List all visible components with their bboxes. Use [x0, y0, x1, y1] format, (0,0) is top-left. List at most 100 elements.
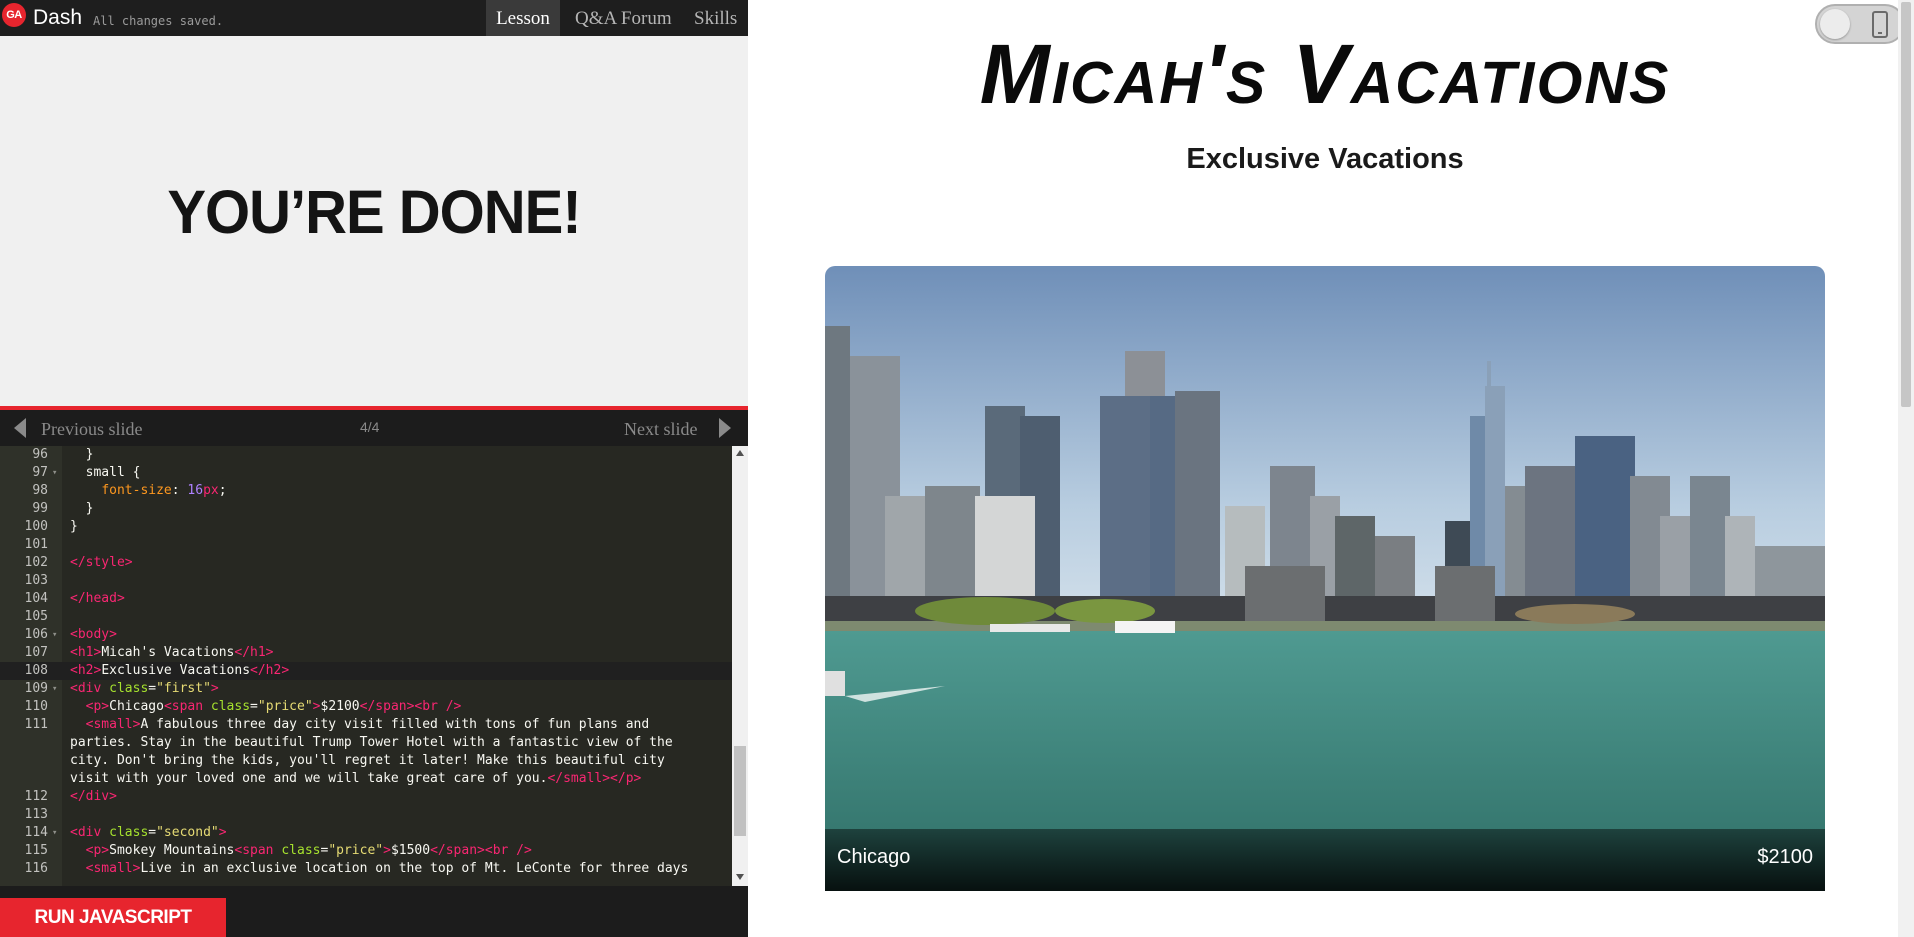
code-text[interactable]: visit with your loved one and we will ta… — [70, 770, 641, 788]
code-text[interactable]: } — [70, 446, 94, 464]
slide-headline: YOU’RE DONE! — [167, 178, 581, 247]
code-line[interactable]: visit with your loved one and we will ta… — [0, 770, 732, 788]
code-text[interactable]: <div class="second"> — [70, 824, 227, 842]
line-number: 111 — [24, 717, 48, 732]
line-number: 105 — [24, 609, 48, 624]
chevron-right-icon[interactable] — [719, 418, 731, 438]
code-text[interactable]: font-size: 16px; — [70, 482, 226, 500]
code-editor[interactable]: 96 } 97 ▾ small {98 font-size: 16px; 99 } 10… — [0, 446, 748, 886]
chevron-left-icon[interactable] — [14, 418, 26, 438]
card-caption-bar — [825, 829, 1825, 891]
code-line[interactable]: 96 } — [0, 446, 732, 464]
code-text[interactable]: } — [70, 518, 78, 536]
next-slide-button[interactable]: Next slide — [624, 419, 698, 440]
code-text[interactable]: </div> — [70, 788, 117, 806]
code-text[interactable]: parties. Stay in the beautiful Trump Tow… — [70, 734, 673, 752]
editor-scrollbar[interactable] — [732, 446, 748, 886]
line-number: 108 — [24, 663, 48, 678]
card-price: $2100 — [1757, 846, 1813, 868]
fold-arrow-icon[interactable]: ▾ — [52, 464, 57, 482]
top-bar: GA Dash All changes saved. Lesson Q&A Fo… — [0, 0, 748, 36]
run-javascript-button[interactable]: RUN JAVASCRIPT — [0, 898, 226, 937]
scroll-thumb[interactable] — [734, 746, 746, 836]
code-line[interactable]: 112 </div> — [0, 788, 732, 806]
code-line[interactable]: 105 — [0, 608, 732, 626]
code-line[interactable]: 102 </style> — [0, 554, 732, 572]
code-line[interactable]: city. Don't bring the kids, you'll regre… — [0, 752, 732, 770]
device-view-toggle[interactable] — [1815, 4, 1905, 44]
fold-arrow-icon[interactable]: ▾ — [52, 824, 57, 842]
line-number: 103 — [24, 573, 48, 588]
code-lines[interactable]: 96 } 97 ▾ small {98 font-size: 16px; 99 } 10… — [0, 446, 732, 878]
code-text[interactable]: <p>Smokey Mountains<span class="price">$… — [70, 842, 532, 860]
line-number: 104 — [24, 591, 48, 606]
line-number: 109 — [24, 681, 48, 696]
code-text[interactable]: <small>A fabulous three day city visit f… — [70, 716, 650, 734]
code-line[interactable]: 114 ▾ <div class="second"> — [0, 824, 732, 842]
line-number: 100 — [24, 519, 48, 534]
vacation-card: Chicago $2100 — [825, 266, 1825, 891]
code-line[interactable]: 100} — [0, 518, 732, 536]
page-scrollbar[interactable] — [1898, 0, 1914, 937]
fold-arrow-icon[interactable]: ▾ — [52, 626, 57, 644]
code-line[interactable]: 108 <h2>Exclusive Vacations</h2> — [0, 662, 732, 680]
fold-arrow-icon[interactable]: ▾ — [52, 680, 57, 698]
code-text[interactable]: <div class="first"> — [70, 680, 219, 698]
scroll-down-icon[interactable] — [736, 874, 744, 880]
brand-name[interactable]: Dash — [33, 6, 82, 30]
lesson-pane: GA Dash All changes saved. Lesson Q&A Fo… — [0, 0, 748, 937]
code-text[interactable]: </head> — [70, 590, 125, 608]
code-line[interactable]: 103 — [0, 572, 732, 590]
code-line[interactable]: 115 <p>Smokey Mountains<span class="pric… — [0, 842, 732, 860]
card-city: Chicago — [837, 846, 911, 868]
code-line[interactable]: 98 font-size: 16px; — [0, 482, 732, 500]
code-line[interactable]: parties. Stay in the beautiful Trump Tow… — [0, 734, 732, 752]
tab-lesson[interactable]: Lesson — [486, 0, 560, 36]
code-line[interactable]: 110 <p>Chicago<span class="price">$2100<… — [0, 698, 732, 716]
line-number: 110 — [24, 699, 48, 714]
line-number: 102 — [24, 555, 48, 570]
line-number: 114 — [24, 825, 48, 840]
line-number: 99 — [32, 501, 48, 516]
line-number: 101 — [24, 537, 48, 552]
scroll-up-icon[interactable] — [736, 450, 744, 456]
code-line[interactable]: 104 </head> — [0, 590, 732, 608]
toggle-knob[interactable] — [1820, 9, 1850, 39]
line-number: 115 — [24, 843, 48, 858]
code-line[interactable]: 107 <h1>Micah's Vacations</h1> — [0, 644, 732, 662]
code-line[interactable]: 97 ▾ small { — [0, 464, 732, 482]
previous-slide-button[interactable]: Previous slide — [41, 419, 143, 440]
code-line[interactable]: 111 <small>A fabulous three day city vis… — [0, 716, 732, 734]
slide-content: YOU’RE DONE! — [0, 36, 748, 406]
code-text[interactable]: <small>Live in an exclusive location on … — [70, 860, 689, 878]
code-text[interactable]: </style> — [70, 554, 133, 572]
code-text[interactable]: small { — [70, 464, 141, 482]
code-text[interactable]: <h1>Micah's Vacations</h1> — [70, 644, 274, 662]
code-text[interactable]: } — [70, 500, 94, 518]
code-text[interactable]: <body> — [70, 626, 117, 644]
line-number: 96 — [32, 447, 48, 462]
code-text[interactable]: <p>Chicago<span class="price">$2100</spa… — [70, 698, 462, 716]
line-number: 116 — [24, 861, 48, 876]
code-text[interactable]: city. Don't bring the kids, you'll regre… — [70, 752, 665, 770]
ga-logo[interactable]: GA — [2, 3, 26, 27]
code-line[interactable]: 109 ▾ <div class="first"> — [0, 680, 732, 698]
tab-skills[interactable]: Skills — [694, 0, 737, 36]
line-number: 98 — [32, 483, 48, 498]
slide-navigation: Previous slide 4/4 Next slide — [0, 410, 748, 446]
code-line[interactable]: 99 } — [0, 500, 732, 518]
code-line[interactable]: 106 ▾ <body> — [0, 626, 732, 644]
save-status: All changes saved. — [93, 14, 224, 28]
tab-qa-forum[interactable]: Q&A Forum — [575, 0, 672, 36]
page-scroll-thumb[interactable] — [1901, 2, 1911, 407]
code-text[interactable]: <h2>Exclusive Vacations</h2> — [70, 662, 289, 680]
chicago-skyline-image — [825, 266, 1825, 891]
page-title: Micah's Vacations — [979, 27, 1671, 121]
line-number: 112 — [24, 789, 48, 804]
line-number: 107 — [24, 645, 48, 660]
page-subtitle: Exclusive Vacations — [1186, 143, 1464, 175]
slide-counter: 4/4 — [360, 419, 380, 435]
code-line[interactable]: 116 <small>Live in an exclusive location… — [0, 860, 732, 878]
code-line[interactable]: 113 — [0, 806, 732, 824]
code-line[interactable]: 101 — [0, 536, 732, 554]
